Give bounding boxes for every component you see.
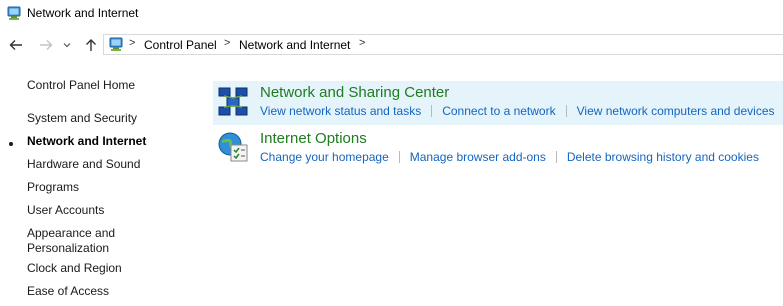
link-divider: [565, 105, 567, 117]
breadcrumb-network-and-internet[interactable]: Network and Internet: [239, 38, 350, 52]
network-sharing-task-links: View network status and tasks Connect to …: [260, 104, 775, 118]
up-arrow-icon[interactable]: [81, 35, 101, 55]
title-bar: Network and Internet: [0, 0, 783, 28]
breadcrumb-control-panel[interactable]: Control Panel: [144, 38, 217, 52]
sidebar-control-panel-home[interactable]: Control Panel Home: [27, 78, 135, 93]
category-network-and-sharing-center: Network and Sharing Center View network …: [213, 81, 783, 125]
link-divider: [555, 151, 557, 163]
sidebar: Control Panel Home System and Security N…: [0, 60, 200, 306]
category-internet-options: Internet Options Change your homepage Man…: [213, 127, 783, 171]
breadcrumb-separator[interactable]: >: [129, 37, 135, 49]
link-divider: [398, 151, 400, 163]
window-title: Network and Internet: [27, 6, 139, 20]
navigation-bar: > Control Panel > Network and Internet >: [0, 30, 783, 60]
sidebar-item-appearance-and-personalization[interactable]: Appearance and Personalization: [27, 226, 115, 256]
breadcrumb-separator[interactable]: >: [359, 37, 365, 49]
internet-options-task-links: Change your homepage Manage browser add-o…: [260, 150, 759, 164]
forward-arrow-icon[interactable]: [36, 35, 56, 55]
control-panel-icon: [6, 5, 22, 21]
internet-options-link[interactable]: Internet Options: [260, 130, 367, 147]
connect-to-network-link[interactable]: Connect to a network: [442, 104, 555, 118]
sidebar-item-network-and-internet[interactable]: Network and Internet: [27, 134, 146, 149]
address-bar[interactable]: > Control Panel > Network and Internet >: [103, 34, 783, 55]
internet-options-icon[interactable]: [217, 131, 249, 163]
sidebar-item-clock-and-region[interactable]: Clock and Region: [27, 261, 122, 276]
sidebar-item-system-and-security[interactable]: System and Security: [27, 111, 137, 126]
network-and-sharing-center-link[interactable]: Network and Sharing Center: [260, 84, 449, 101]
sidebar-item-ease-of-access[interactable]: Ease of Access: [27, 284, 109, 299]
back-arrow-icon[interactable]: [6, 35, 26, 55]
view-network-status-link[interactable]: View network status and tasks: [260, 104, 421, 118]
manage-addons-link[interactable]: Manage browser add-ons: [410, 150, 546, 164]
chevron-down-icon[interactable]: [60, 35, 74, 55]
active-bullet: [9, 142, 13, 146]
view-network-computers-link[interactable]: View network computers and devices: [577, 104, 775, 118]
delete-browsing-history-link[interactable]: Delete browsing history and cookies: [567, 150, 759, 164]
change-homepage-link[interactable]: Change your homepage: [260, 150, 389, 164]
sidebar-item-programs[interactable]: Programs: [27, 180, 79, 195]
breadcrumb-separator[interactable]: >: [224, 37, 230, 49]
sidebar-item-hardware-and-sound[interactable]: Hardware and Sound: [27, 157, 140, 172]
sidebar-item-user-accounts[interactable]: User Accounts: [27, 203, 104, 218]
network-sharing-icon[interactable]: [217, 85, 249, 117]
control-panel-icon: [108, 36, 124, 52]
link-divider: [431, 105, 433, 117]
